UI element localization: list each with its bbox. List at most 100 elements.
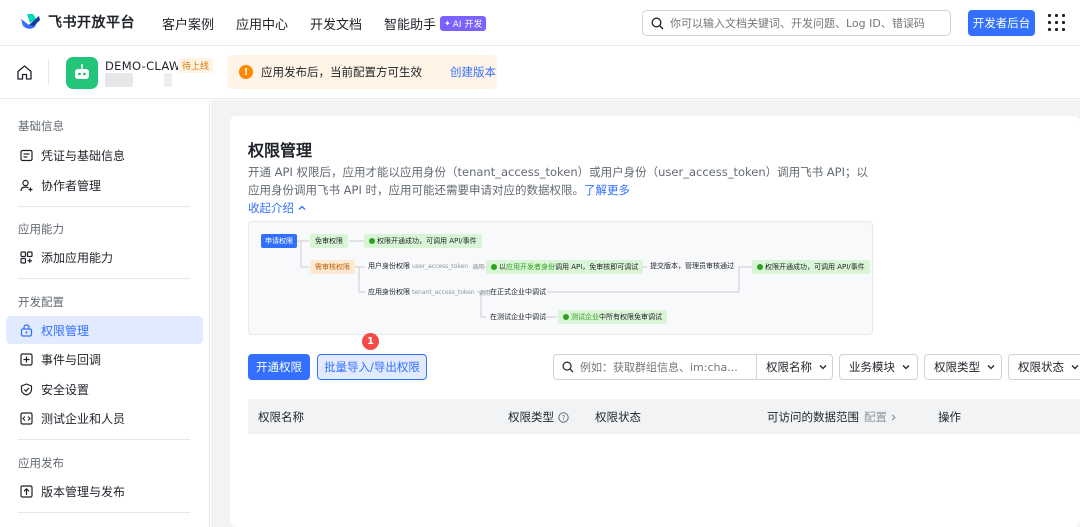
header-divider	[48, 59, 49, 85]
brand-logo[interactable]: 飞书开放平台	[19, 12, 135, 32]
flow-free-result-node: 权限开通成功，可调用 API/事件	[364, 234, 482, 248]
filter-permission-name[interactable]: 权限名称	[756, 354, 833, 380]
flow-user-perm-node: 用户身份权限 user_access_token 调用	[368, 261, 486, 271]
ai-badge: ✦ AI 开发	[440, 15, 487, 31]
apps-add-icon	[19, 250, 33, 264]
code-icon	[19, 411, 33, 425]
sidebar-item-collaborators[interactable]: 协作者管理	[6, 171, 203, 199]
column-header-status: 权限状态	[595, 410, 641, 424]
enable-permission-button[interactable]: 开通权限	[248, 354, 310, 380]
flow-dev-debug-node: 以应用开发者身份 调用 API，免审核即可调试	[486, 260, 644, 274]
sidebar-section-dev-config: 开发配置	[18, 295, 64, 309]
flow-test-highlight: 测试企业	[571, 313, 599, 321]
sidebar-section-release: 应用发布	[18, 456, 64, 470]
flow-final-text: 权限开通成功，可调用 API/事件	[765, 263, 865, 271]
filter-business-module[interactable]: 业务模块	[839, 354, 918, 380]
svg-text:?: ?	[562, 414, 566, 422]
app-header: DEMO-CLAW 待上线 ! 应用发布后，当前配置方可生效 创建版本	[0, 47, 1080, 99]
sidebar-item-label: 测试企业和人员	[41, 411, 126, 426]
chevron-down-icon	[1071, 365, 1079, 370]
chevron-down-icon	[819, 365, 827, 370]
flow-app-perm-text: 应用身份权限	[368, 288, 410, 296]
feishu-logo-icon	[21, 14, 40, 29]
ai-badge-label: AI 开发	[452, 19, 483, 30]
nav-link-ai-assistant[interactable]: 智能助手 ✦ AI 开发	[384, 14, 487, 33]
step-marker-badge: 1	[362, 333, 379, 350]
sidebar: 基础信息 凭证与基础信息 协作者管理 应用能力 添加应用能力 开发配置 权限管理…	[0, 100, 210, 527]
permission-search[interactable]	[553, 354, 756, 380]
column-header-scope: 可访问的数据范围 配置	[767, 409, 898, 425]
scope-config-label: 配置	[864, 410, 887, 424]
user-add-icon	[19, 178, 33, 192]
global-search[interactable]	[642, 10, 951, 36]
flow-user-token: user_access_token	[412, 262, 469, 270]
scope-config-link[interactable]: 配置	[864, 409, 898, 425]
flow-dev-suffix: 调用 API，免审核即可调试	[555, 263, 639, 271]
chevron-down-icon	[902, 365, 910, 370]
app-avatar	[66, 57, 98, 89]
nav-link-app-center[interactable]: 应用中心	[236, 14, 288, 33]
learn-more-link[interactable]: 了解更多	[584, 183, 630, 197]
filter-permission-status[interactable]: 权限状态	[1008, 354, 1080, 380]
create-version-link[interactable]: 创建版本	[450, 64, 496, 80]
flow-app-call: 调用	[478, 289, 491, 297]
success-icon	[757, 264, 763, 270]
chevron-down-icon	[987, 365, 995, 370]
sidebar-item-events[interactable]: 事件与回调	[6, 345, 203, 373]
global-search-input[interactable]	[670, 16, 940, 30]
sidebar-item-label: 安全设置	[41, 382, 90, 397]
filter-label: 权限类型	[934, 360, 980, 374]
flow-test-node: 在测试企业中调试	[490, 313, 546, 321]
flow-free-result-text: 权限开通成功，可调用 API/事件	[377, 237, 477, 245]
sidebar-item-permissions[interactable]: 权限管理	[6, 316, 203, 344]
sidebar-item-test-org[interactable]: 测试企业和人员	[6, 404, 203, 432]
column-header-scope-label: 可访问的数据范围	[767, 410, 859, 424]
sidebar-item-label: 协作者管理	[41, 178, 102, 193]
filter-label: 业务模块	[849, 360, 895, 374]
app-grid-icon[interactable]	[1048, 14, 1065, 31]
flow-test-suffix: 中所有权限免审调试	[599, 313, 662, 321]
flow-review-node: 需审核权限	[310, 260, 355, 274]
batch-import-export-button[interactable]: 批量导入/导出权限	[317, 354, 427, 380]
sidebar-item-versions[interactable]: 版本管理与发布	[6, 477, 203, 505]
sparkle-icon: ✦	[444, 18, 451, 28]
permission-search-input[interactable]	[580, 360, 750, 374]
home-icon[interactable]	[16, 64, 33, 81]
description-text: 开通 API 权限后，应用才能以应用身份（tenant_access_token…	[248, 165, 868, 197]
sidebar-divider	[18, 278, 190, 279]
nav-link-cases[interactable]: 客户案例	[162, 14, 214, 33]
nav-links: 客户案例 应用中心 开发文档 智能助手 ✦ AI 开发	[162, 14, 508, 33]
brand-name: 飞书开放平台	[48, 15, 135, 31]
collapse-intro-toggle[interactable]: 收起介绍	[248, 200, 307, 216]
robot-icon	[75, 64, 89, 79]
search-icon	[651, 17, 664, 29]
sidebar-item-credentials[interactable]: 凭证与基础信息	[6, 141, 203, 169]
chevron-right-icon	[891, 413, 896, 421]
flow-apply-node: 申请权限	[261, 234, 297, 248]
nav-link-docs[interactable]: 开发文档	[310, 14, 362, 33]
permission-flow-diagram: 申请权限 免审权限 权限开通成功，可调用 API/事件 需审核权限 用户身份权限…	[248, 221, 873, 335]
column-header-name: 权限名称	[258, 410, 304, 424]
column-header-actions: 操作	[938, 410, 961, 424]
page-description: 开通 API 权限后，应用才能以应用身份（tenant_access_token…	[248, 163, 876, 199]
shield-icon	[19, 382, 33, 396]
collapse-intro-label: 收起介绍	[248, 201, 294, 215]
flow-tenant-token: tenant_access_token	[412, 288, 475, 296]
developer-console-button[interactable]: 开发者后台	[968, 10, 1035, 36]
filter-permission-type[interactable]: 权限类型	[924, 354, 1002, 380]
filter-label: 权限状态	[1018, 360, 1064, 374]
chevron-up-icon	[298, 205, 306, 210]
help-icon[interactable]: ?	[558, 411, 569, 423]
success-icon	[369, 238, 375, 244]
column-header-type: 权限类型 ?	[508, 409, 569, 425]
filter-label: 权限名称	[766, 360, 812, 374]
sidebar-item-label: 事件与回调	[41, 352, 102, 367]
sidebar-item-add-capability[interactable]: 添加应用能力	[6, 243, 203, 271]
success-icon	[563, 314, 569, 320]
sidebar-item-label: 添加应用能力	[41, 250, 114, 265]
flow-app-perm-node: 应用身份权限 tenant_access_token 调用	[368, 287, 493, 297]
sidebar-item-security[interactable]: 安全设置	[6, 375, 203, 403]
flow-dev-highlight: 应用开发者身份	[506, 263, 555, 271]
sidebar-divider	[18, 512, 190, 513]
permissions-table-header: 权限名称 权限类型 ? 权限状态 可访问的数据范围 配置 操作	[248, 399, 1080, 434]
